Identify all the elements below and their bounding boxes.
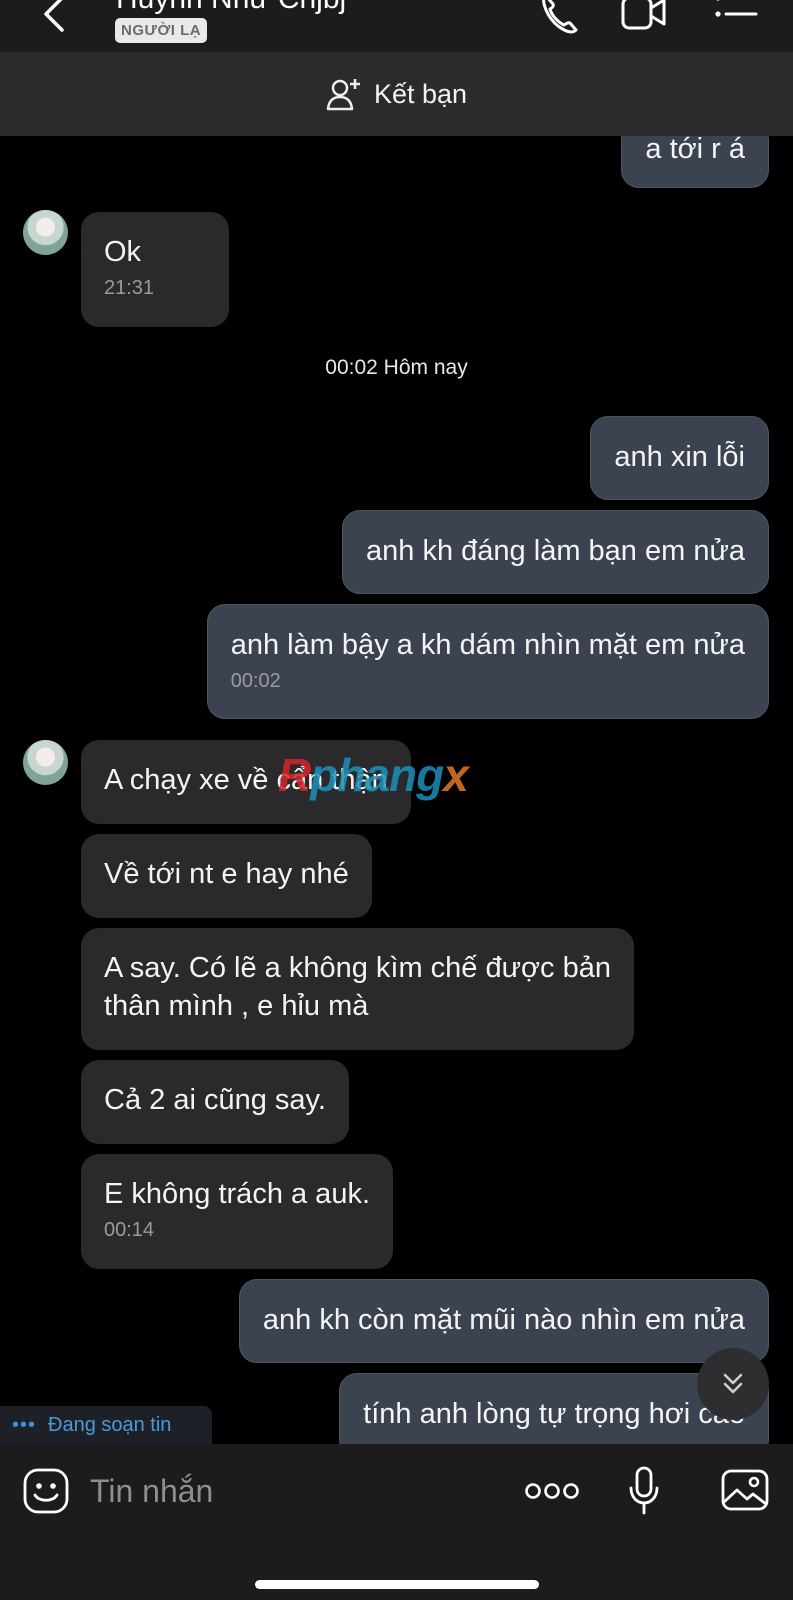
message-time: 21:31 (104, 277, 155, 299)
message-text: tính anh lòng tự trọng hơi cao (363, 1398, 745, 1430)
message-bubble-incoming[interactable]: Ok 21:31 (81, 212, 229, 327)
message-bubble-outgoing[interactable]: anh làm bậy a kh dám nhìn mặt em nửa 00:… (206, 604, 769, 719)
emoji-icon[interactable] (23, 1468, 69, 1514)
contact-avatar[interactable] (23, 210, 68, 255)
message-text: Cả 2 ai cũng say. (104, 1084, 326, 1116)
message-text: Về tới nt e hay nhé (104, 858, 349, 890)
message-bubble-outgoing[interactable]: anh xin lỗi (590, 416, 769, 500)
typing-label: Đang soạn tin (48, 1413, 172, 1436)
scroll-to-bottom-button[interactable] (697, 1348, 769, 1420)
image-icon[interactable] (721, 1468, 769, 1512)
microphone-icon[interactable] (628, 1466, 660, 1516)
watermark-part: R (278, 749, 311, 801)
watermark-logo: Rphangx (278, 748, 469, 802)
message-text: E không trách a auk. (104, 1178, 370, 1210)
typing-indicator: ••• Đang soạn tin (0, 1406, 212, 1444)
message-bubble-outgoing[interactable]: a tới r á (621, 136, 769, 188)
message-time: 00:02 (230, 670, 281, 692)
date-separator: 00:02 Hôm nay (325, 356, 468, 379)
video-call-icon[interactable] (620, 0, 668, 38)
contact-name[interactable]: Huỳnh Như Chjbj (116, 0, 346, 16)
message-bubble-outgoing[interactable]: anh kh đáng làm bạn em nửa (342, 510, 769, 594)
stranger-badge: NGƯỜI LẠ (115, 18, 208, 43)
message-composer (0, 1444, 793, 1600)
message-text: anh làm bậy a kh dám nhìn mặt em nửa (230, 629, 745, 661)
message-text: Ok (104, 236, 142, 268)
message-text: a tới r á (645, 136, 745, 165)
home-indicator[interactable] (255, 1580, 539, 1589)
message-input[interactable] (90, 1466, 490, 1516)
message-time: 00:14 (104, 1219, 155, 1241)
message-text: anh kh đáng làm bạn em nửa (366, 535, 745, 567)
message-bubble-incoming[interactable]: E không trách a auk. 00:14 (81, 1154, 393, 1269)
add-person-icon (326, 79, 360, 111)
add-friend-label: Kết bạn (373, 78, 468, 109)
back-chevron-icon[interactable] (38, 0, 74, 40)
message-text-line: A say. Có lẽ a không kìm chế được bản (104, 952, 611, 984)
chat-header: Huỳnh Như Chjbj NGƯỜI LẠ (0, 0, 793, 52)
message-text: anh kh còn mặt mũi nào nhìn em nửa (262, 1304, 745, 1336)
add-friend-button[interactable]: Kết bạn (0, 52, 793, 136)
double-chevron-down-icon (723, 1373, 743, 1394)
message-bubble-incoming[interactable]: Về tới nt e hay nhé (81, 834, 372, 918)
message-text: anh xin lỗi (614, 441, 745, 473)
watermark-part: phang (310, 749, 444, 801)
phone-icon[interactable] (536, 0, 584, 38)
list-menu-icon[interactable] (712, 0, 760, 38)
message-text-line: thân mình , e hỉu mà (104, 990, 369, 1022)
more-icon[interactable] (524, 1480, 580, 1502)
typing-dots-icon: ••• (12, 1414, 37, 1436)
message-bubble-incoming[interactable]: Cả 2 ai cũng say. (81, 1060, 349, 1144)
contact-avatar[interactable] (23, 740, 68, 785)
message-list[interactable]: a tới r á Ok 21:31 00:02 Hôm nay anh xin… (0, 136, 793, 1444)
watermark-part: x (443, 749, 469, 801)
message-bubble-incoming[interactable]: A say. Có lẽ a không kìm chế được bản th… (81, 928, 634, 1050)
message-bubble-outgoing[interactable]: anh kh còn mặt mũi nào nhìn em nửa (238, 1279, 769, 1363)
